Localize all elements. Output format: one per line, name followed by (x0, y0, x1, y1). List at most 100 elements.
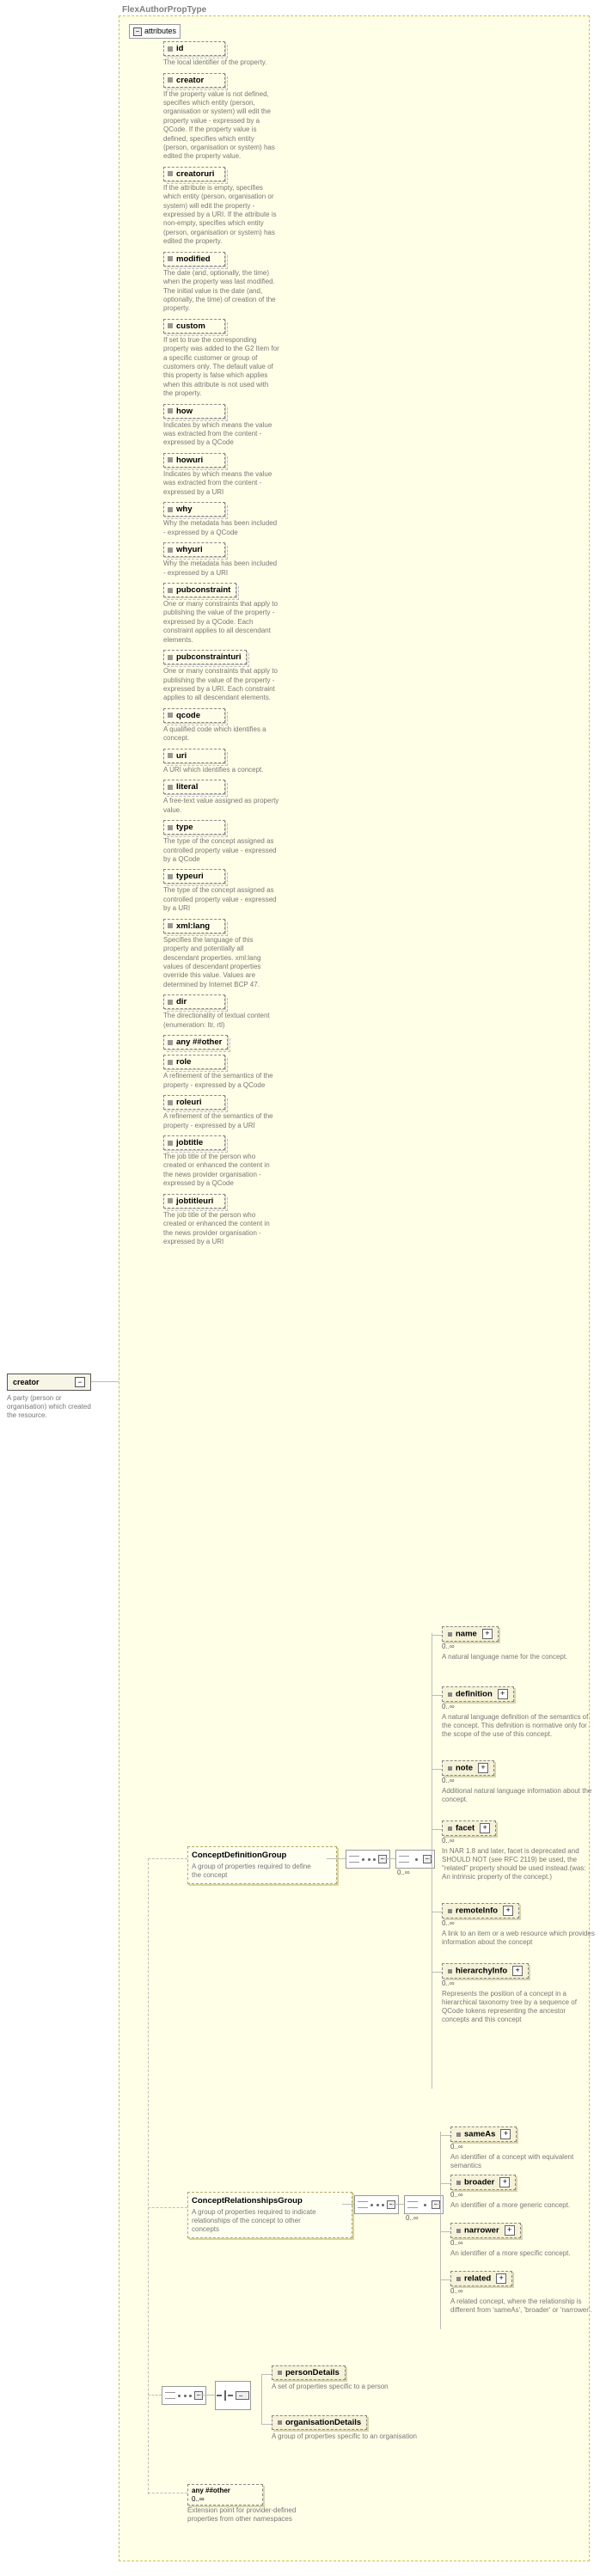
attribute-literal[interactable]: literalA free-text value assigned as pro… (163, 780, 292, 815)
collapse-icon[interactable]: − (133, 28, 142, 36)
element-name: definition (456, 1690, 493, 1699)
attribute-any-other[interactable]: any ##other (163, 1035, 292, 1049)
element-related[interactable]: related+0..∞A related concept, where the… (450, 2271, 600, 2315)
attribute-icon (168, 507, 173, 512)
attribute-box[interactable]: dir (163, 994, 225, 1009)
group-conceptrelationships[interactable]: ConceptRelationshipsGroup A group of pro… (187, 2192, 352, 2238)
attribute-xml-lang[interactable]: xml:langSpecifies the language of this p… (163, 919, 292, 989)
choice-icon[interactable]: − (215, 2381, 251, 2410)
sequence-icon[interactable]: − (354, 2195, 399, 2214)
element-narrower[interactable]: narrower+0..∞An identifier of a more spe… (450, 2223, 600, 2258)
attribute-uri[interactable]: uriA URI which identifies a concept. (163, 749, 292, 775)
element-desc: An identifier of a concept with equivale… (450, 2153, 600, 2170)
element-icon (278, 2420, 282, 2425)
attribute-box[interactable]: creator (163, 73, 225, 88)
attribute-roleuri[interactable]: roleuriA refinement of the semantics of … (163, 1095, 292, 1130)
attribute-pubconstrainturi[interactable]: pubconstrainturiOne or many constraints … (163, 650, 292, 703)
attribute-qcode[interactable]: qcodeA qualified code which identifies a… (163, 708, 292, 743)
attribute-box[interactable]: why (163, 502, 225, 517)
attribute-id[interactable]: idThe local identifier of the property. (163, 41, 292, 68)
element-note[interactable]: note+0..∞Additional natural language inf… (442, 1760, 595, 1804)
attribute-dir[interactable]: dirThe directionality of textual content… (163, 994, 292, 1030)
any-other-element[interactable]: any ##other 0..∞ (187, 2484, 263, 2506)
expand-icon[interactable]: + (505, 2225, 515, 2236)
attribute-modified[interactable]: modifiedThe date (and, optionally, the t… (163, 252, 292, 314)
element-hierarchyinfo[interactable]: hierarchyInfo+0..∞Represents the positio… (442, 1963, 595, 2024)
attribute-pubconstraint[interactable]: pubconstraintOne or many constraints tha… (163, 583, 292, 645)
attribute-box[interactable]: howuri (163, 453, 225, 468)
attribute-custom[interactable]: customIf set to true the corresponding p… (163, 319, 292, 399)
expand-icon[interactable]: + (499, 2177, 510, 2187)
cardinality-label: 0..∞ (450, 2239, 600, 2247)
attribute-icon (168, 1100, 173, 1105)
attribute-box[interactable]: typeuri (163, 869, 225, 884)
attribute-box[interactable]: uri (163, 749, 225, 763)
expand-icon[interactable]: + (480, 1823, 490, 1833)
expand-icon[interactable]: + (496, 2273, 506, 2284)
group-conceptdefinition[interactable]: ConceptDefinitionGroup A group of proper… (187, 1846, 337, 1884)
attribute-creatoruri[interactable]: creatoruriIf the attribute is empty, spe… (163, 167, 292, 247)
root-element-box[interactable]: creator − (7, 1374, 91, 1391)
element-icon (448, 1692, 452, 1697)
attribute-box[interactable]: whyuri (163, 542, 225, 557)
attribute-box[interactable]: role (163, 1055, 225, 1069)
element-sameas[interactable]: sameAs+0..∞An identifier of a concept wi… (450, 2126, 600, 2170)
attribute-box[interactable]: xml:lang (163, 919, 225, 933)
root-element: creator − A party (person or organisatio… (7, 1374, 91, 1420)
element-desc: A natural language name for the concept. (442, 1653, 595, 1661)
attribute-box[interactable]: qcode (163, 708, 225, 723)
attribute-box[interactable]: jobtitle (163, 1135, 225, 1150)
sequence-icon[interactable]: − (346, 1850, 390, 1869)
expand-icon[interactable]: + (498, 1689, 508, 1699)
attribute-typeuri[interactable]: typeuriThe type of the concept assigned … (163, 869, 292, 913)
attribute-box[interactable]: custom (163, 319, 225, 333)
attribute-box[interactable]: creatoruri (163, 167, 225, 181)
attribute-howuri[interactable]: howuriIndicates by which means the value… (163, 453, 292, 497)
sequence-icon[interactable]: − (162, 2386, 206, 2405)
expand-icon[interactable]: + (478, 1763, 488, 1773)
expand-icon[interactable]: + (503, 1906, 513, 1916)
cardinality-label: 0..∞ (450, 2143, 600, 2151)
element-organisationdetails[interactable]: organisationDetails A group of propertie… (272, 2415, 469, 2441)
element-remoteinfo[interactable]: remoteInfo+0..∞A link to an item or a we… (442, 1903, 595, 1947)
element-persondetails[interactable]: personDetails A set of properties specif… (272, 2365, 469, 2391)
expand-icon[interactable]: + (512, 1966, 523, 1976)
attribute-box[interactable]: pubconstraint (163, 583, 236, 597)
attribute-jobtitleuri[interactable]: jobtitleuriThe job title of the person w… (163, 1194, 292, 1247)
attribute-box[interactable]: any ##other (163, 1035, 228, 1049)
element-icon (278, 2371, 282, 2375)
attribute-creator[interactable]: creator If the property value is not defi… (163, 73, 292, 162)
attribute-desc: Why the metadata has been included - exp… (163, 560, 279, 578)
attribute-name: any ##other (176, 1037, 222, 1047)
attribute-box[interactable]: type (163, 820, 225, 835)
element-desc: An identifier of a more generic concept. (450, 2201, 600, 2210)
attribute-why[interactable]: whyWhy the metadata has been included - … (163, 502, 292, 537)
attribute-box[interactable]: pubconstrainturi (163, 650, 247, 664)
expand-icon[interactable]: − (75, 1377, 85, 1387)
attribute-box[interactable]: modified (163, 252, 225, 266)
attribute-box[interactable]: how (163, 404, 225, 419)
attribute-box[interactable]: roleuri (163, 1095, 225, 1110)
attribute-box[interactable]: literal (163, 780, 225, 794)
attribute-how[interactable]: howIndicates by which means the value wa… (163, 404, 292, 448)
element-definition[interactable]: definition+0..∞A natural language defini… (442, 1686, 595, 1739)
sequence-icon[interactable]: − (395, 1850, 435, 1869)
group-conceptrelationships-name: ConceptRelationshipsGroup (192, 2196, 346, 2206)
attribute-desc: The job title of the person who created … (163, 1153, 279, 1189)
element-name[interactable]: name+0..∞A natural language name for the… (442, 1626, 595, 1661)
attribute-jobtitle[interactable]: jobtitle The job title of the person who … (163, 1135, 292, 1189)
attribute-name: how (176, 407, 193, 416)
sequence-icon[interactable]: − (404, 2195, 444, 2214)
attribute-type[interactable]: typeThe type of the concept assigned as … (163, 820, 292, 864)
expand-icon[interactable]: + (500, 2129, 511, 2139)
expand-icon[interactable]: + (482, 1629, 493, 1639)
attribute-desc: If the property value is not defined, sp… (163, 90, 279, 162)
attribute-box[interactable]: id (163, 41, 225, 56)
organisationdetails-name: organisationDetails (285, 2418, 361, 2427)
element-broader[interactable]: broader+0..∞An identifier of a more gene… (450, 2175, 600, 2210)
attribute-box[interactable]: jobtitleuri (163, 1194, 225, 1208)
element-desc: In NAR 1.8 and later, facet is deprecate… (442, 1847, 595, 1882)
element-facet[interactable]: facet+0..∞In NAR 1.8 and later, facet is… (442, 1820, 595, 1882)
attribute-whyuri[interactable]: whyuri Why the metadata has been included… (163, 542, 292, 578)
attribute-role[interactable]: roleA refinement of the semantics of the… (163, 1055, 292, 1090)
